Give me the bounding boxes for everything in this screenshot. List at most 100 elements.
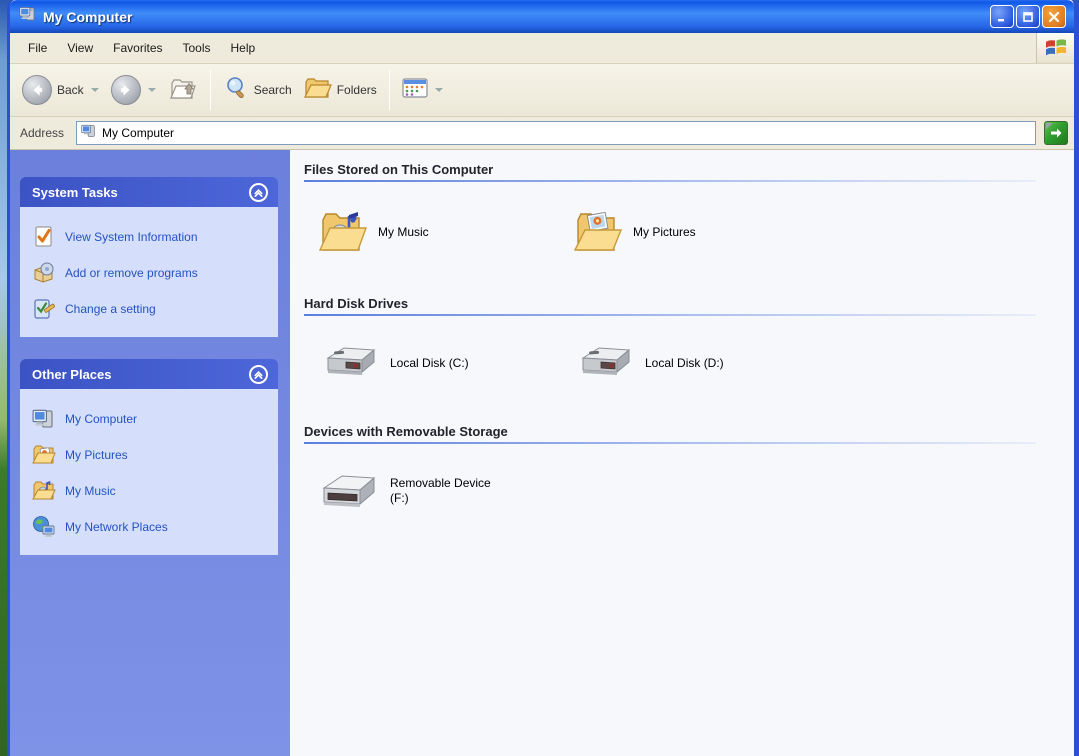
minimize-button[interactable]	[990, 5, 1014, 28]
explorer-window: My Computer File View Favorites Tools He…	[7, 0, 1079, 756]
desktop: { "window": { "title": "My Computer", "c…	[0, 0, 1079, 756]
place-my-network-places[interactable]: My Network Places	[32, 509, 272, 545]
computer-icon	[32, 407, 56, 431]
my-computer-icon	[19, 5, 37, 28]
section-title: Hard Disk Drives	[304, 296, 1074, 311]
menu-help[interactable]: Help	[221, 37, 266, 59]
section-hard-disk-drives: Hard Disk Drives	[304, 296, 1074, 410]
forward-button[interactable]	[105, 71, 162, 109]
maximize-button[interactable]	[1016, 5, 1040, 28]
drive-item-local-disk-d[interactable]: Local Disk (D:)	[573, 342, 828, 384]
task-label: Add or remove programs	[65, 266, 198, 280]
place-label: My Music	[65, 484, 116, 498]
place-label: My Pictures	[65, 448, 128, 462]
close-button[interactable]	[1042, 5, 1066, 28]
section-divider	[304, 314, 1036, 316]
section-files-stored: Files Stored on This Computer	[304, 162, 1074, 282]
forward-icon	[111, 75, 141, 105]
pictures-folder-icon	[573, 208, 623, 256]
back-dropdown-icon[interactable]	[91, 88, 99, 92]
place-my-pictures[interactable]: My Pictures	[32, 437, 272, 473]
search-icon	[223, 75, 249, 106]
place-my-computer[interactable]: My Computer	[32, 401, 272, 437]
task-pane-sidebar: System Tasks View System Informati	[10, 150, 290, 756]
section-title: Devices with Removable Storage	[304, 424, 1074, 439]
back-label: Back	[57, 83, 84, 97]
panel-title: Other Places	[32, 367, 112, 382]
back-icon	[22, 75, 52, 105]
address-value: My Computer	[102, 126, 174, 140]
up-button[interactable]	[162, 69, 204, 112]
removable-drive-icon	[318, 470, 380, 512]
other-places-panel: Other Places	[20, 359, 278, 555]
network-icon	[32, 515, 56, 539]
hard-disk-icon	[318, 342, 380, 384]
menu-tools[interactable]: Tools	[173, 37, 221, 59]
search-button[interactable]: Search	[217, 71, 298, 110]
address-input[interactable]: My Computer	[76, 121, 1036, 145]
folder-view: Files Stored on This Computer	[290, 150, 1074, 756]
menu-view[interactable]: View	[57, 37, 103, 59]
views-icon	[402, 77, 428, 104]
drive-item-removable-f[interactable]: Removable Device (F:)	[318, 470, 573, 512]
views-button[interactable]	[396, 73, 449, 108]
pictures-folder-icon	[32, 443, 56, 467]
address-label: Address	[20, 126, 64, 140]
system-tasks-panel: System Tasks View System Informati	[20, 177, 278, 337]
place-my-music[interactable]: My Music	[32, 473, 272, 509]
folder-item-my-pictures[interactable]: My Pictures	[573, 208, 828, 256]
menu-file[interactable]: File	[18, 37, 57, 59]
task-change-a-setting[interactable]: Change a setting	[32, 291, 272, 327]
up-folder-icon	[168, 73, 198, 108]
back-button[interactable]: Back	[16, 71, 105, 109]
item-label-line2: (F:)	[390, 491, 409, 505]
toolbar-separator	[210, 70, 211, 110]
section-divider	[304, 180, 1036, 182]
title-bar[interactable]: My Computer	[10, 0, 1074, 33]
views-dropdown-icon[interactable]	[435, 88, 443, 92]
folders-label: Folders	[337, 83, 377, 97]
collapse-chevron-icon[interactable]	[249, 365, 268, 384]
menu-favorites[interactable]: Favorites	[103, 37, 172, 59]
content-area: System Tasks View System Informati	[10, 150, 1074, 756]
toolbar: Back	[10, 64, 1074, 117]
section-removable-storage: Devices with Removable Storage	[304, 424, 1074, 538]
music-folder-icon	[318, 208, 368, 256]
panel-title: System Tasks	[32, 185, 118, 200]
folders-icon	[304, 76, 332, 105]
other-places-header[interactable]: Other Places	[20, 359, 278, 389]
item-label-line1: Removable Device	[390, 476, 491, 490]
section-title: Files Stored on This Computer	[304, 162, 1074, 177]
item-label: Local Disk (D:)	[645, 356, 724, 371]
windows-logo-icon	[1036, 33, 1074, 63]
place-label: My Computer	[65, 412, 137, 426]
my-computer-icon	[81, 123, 97, 144]
item-label: Removable Device (F:)	[390, 476, 491, 506]
forward-dropdown-icon[interactable]	[148, 88, 156, 92]
task-label: Change a setting	[65, 302, 156, 316]
item-label: Local Disk (C:)	[390, 356, 469, 371]
go-button[interactable]	[1044, 121, 1068, 145]
place-label: My Network Places	[65, 520, 168, 534]
task-view-system-information[interactable]: View System Information	[32, 219, 272, 255]
system-tasks-header[interactable]: System Tasks	[20, 177, 278, 207]
item-label: My Music	[378, 225, 429, 240]
drive-item-local-disk-c[interactable]: Local Disk (C:)	[318, 342, 573, 384]
address-bar: Address My Computer	[10, 117, 1074, 150]
item-label: My Pictures	[633, 225, 696, 240]
window-title: My Computer	[43, 9, 990, 25]
search-label: Search	[254, 83, 292, 97]
task-label: View System Information	[65, 230, 198, 244]
folder-item-my-music[interactable]: My Music	[318, 208, 573, 256]
system-tasks-body: View System Information A	[20, 207, 278, 337]
collapse-chevron-icon[interactable]	[249, 183, 268, 202]
section-divider	[304, 442, 1036, 444]
task-add-or-remove-programs[interactable]: Add or remove programs	[32, 255, 272, 291]
system-info-icon	[32, 225, 56, 249]
change-setting-icon	[32, 297, 56, 321]
toolbar-separator	[389, 70, 390, 110]
other-places-body: My Computer My Pictures	[20, 389, 278, 555]
folders-button[interactable]: Folders	[298, 72, 383, 109]
add-remove-programs-icon	[32, 261, 56, 285]
hard-disk-icon	[573, 342, 635, 384]
